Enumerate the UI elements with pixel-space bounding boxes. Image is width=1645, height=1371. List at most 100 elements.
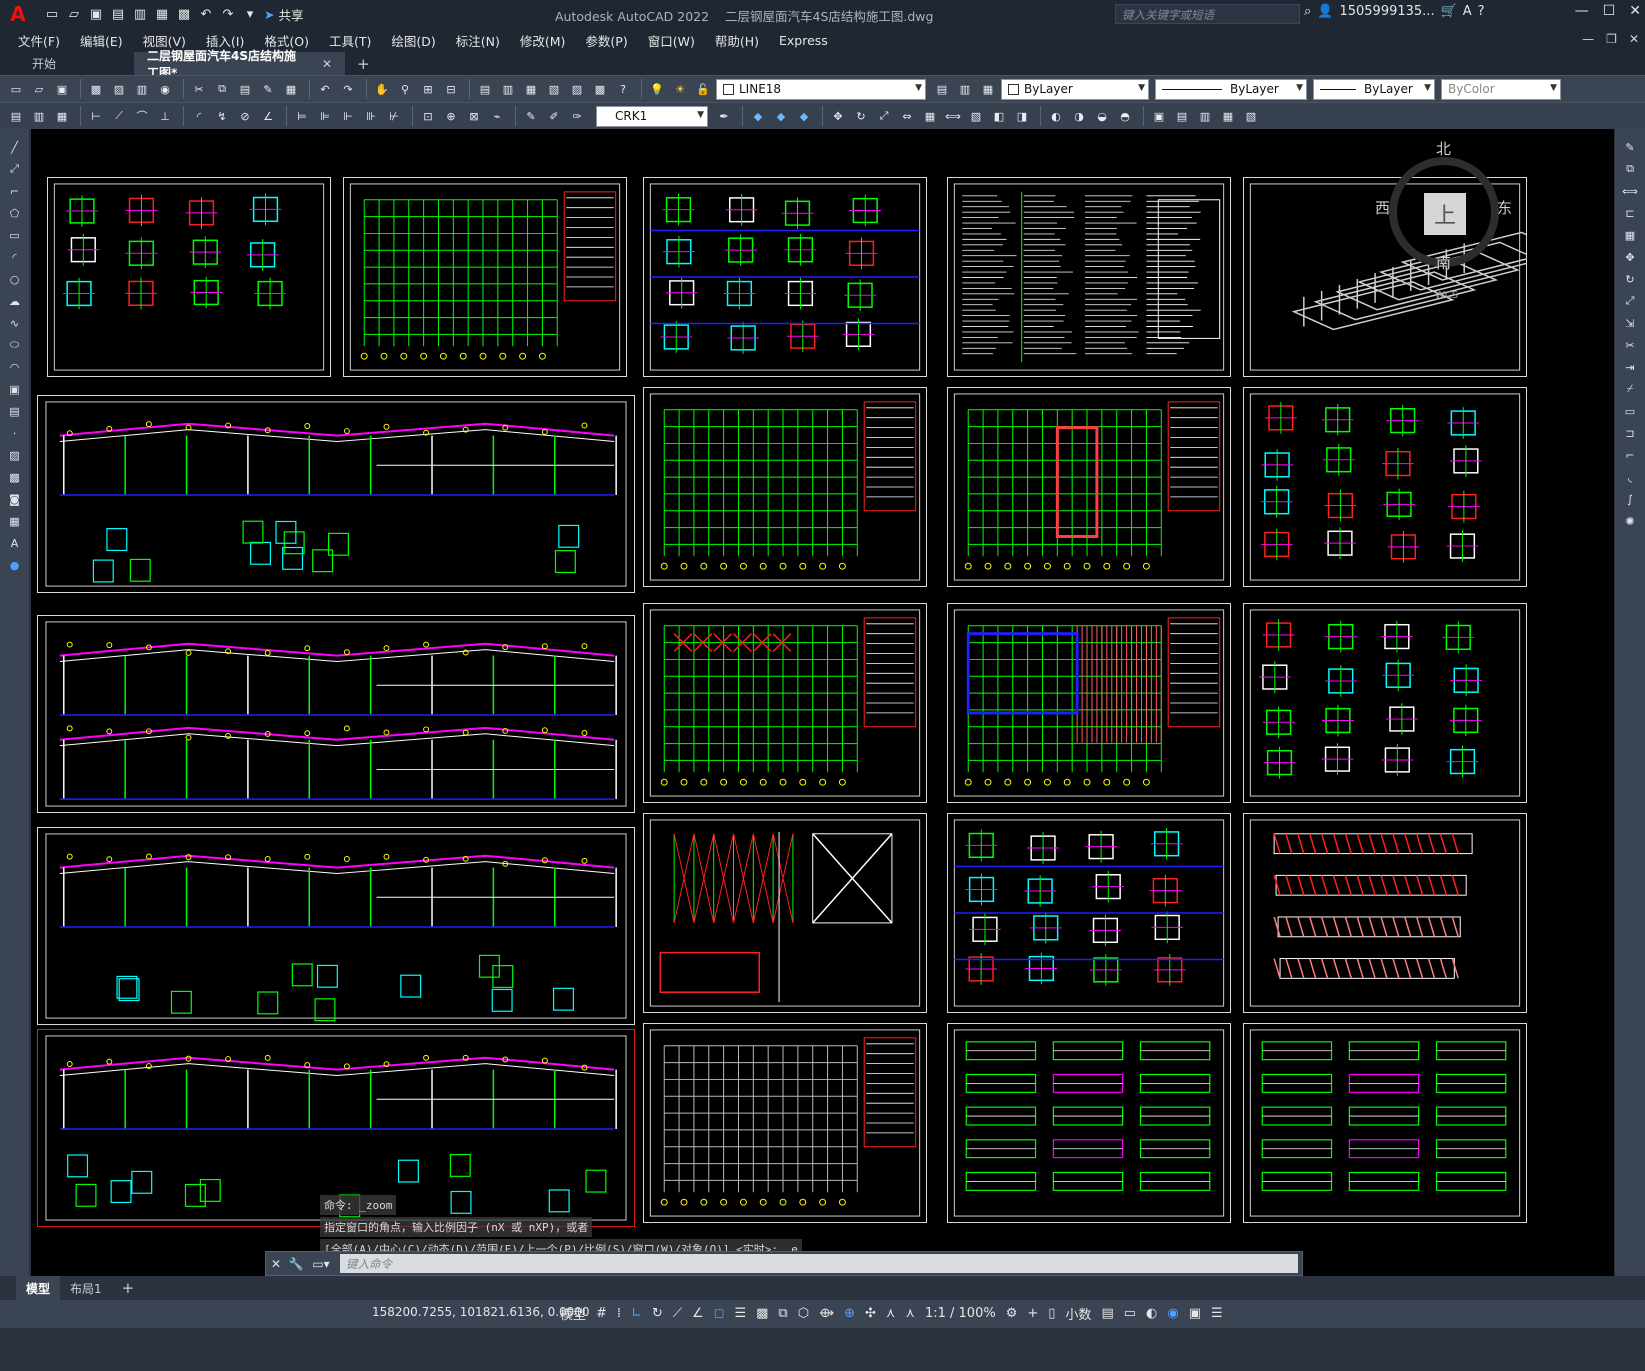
drawing-sheet[interactable] — [1243, 387, 1527, 587]
tab-model[interactable]: 模型 — [16, 1276, 61, 1300]
grid-icon[interactable]: # — [596, 1306, 607, 1321]
layer-properties-icon[interactable]: ▤ — [932, 79, 952, 99]
layer-previous-icon[interactable]: ▦ — [978, 79, 998, 99]
tab-layout1[interactable]: 布局1 — [60, 1276, 112, 1300]
ellipse-icon[interactable]: ⬭ — [6, 337, 24, 353]
customize-status-icon[interactable]: ☰ — [1211, 1306, 1223, 1321]
mleader-icon[interactable]: ▦ — [52, 106, 72, 126]
publish-icon[interactable]: ▥ — [130, 4, 150, 24]
angular-dim-icon[interactable]: ∠ — [258, 106, 278, 126]
move-icon[interactable]: ✥ — [1621, 249, 1639, 265]
line-icon[interactable]: ╱ — [6, 139, 24, 155]
intersect-icon[interactable]: ◒ — [1092, 106, 1112, 126]
drawing-sheet[interactable] — [1243, 1023, 1527, 1223]
tolerance-icon[interactable]: ⊡ — [418, 106, 438, 126]
explode-icon[interactable]: ✺ — [1621, 513, 1639, 529]
save-as-icon[interactable]: ▤ — [108, 4, 128, 24]
region-icon[interactable]: ◙ — [6, 491, 24, 507]
command-input[interactable]: 键入命令 — [340, 1254, 1298, 1273]
auto-scale-icon[interactable]: ⋏ — [905, 1306, 915, 1321]
trim-icon[interactable]: ✂ — [1621, 337, 1639, 353]
publish-icon[interactable]: ▥ — [132, 79, 152, 99]
drawing-sheet[interactable] — [47, 177, 331, 377]
polar-icon[interactable]: ↻ — [652, 1306, 663, 1321]
design-center-icon[interactable]: ▥ — [498, 79, 518, 99]
compass-north[interactable]: 北 — [1436, 138, 1451, 159]
help-icon[interactable]: ? — [613, 79, 633, 99]
drawing-sheet[interactable] — [643, 603, 927, 803]
center-mark-icon[interactable]: ⊕ — [441, 106, 461, 126]
box-icon[interactable]: ◆ — [748, 106, 768, 126]
drawing-sheet[interactable] — [643, 1023, 927, 1223]
maximize-button[interactable]: ☐ — [1603, 3, 1616, 19]
extrude-faces-icon[interactable]: ◓ — [1115, 106, 1135, 126]
drawing-sheet[interactable] — [37, 395, 635, 593]
lock-ui-icon[interactable]: ▭ — [1124, 1306, 1136, 1321]
gradient-icon[interactable]: ▩ — [6, 469, 24, 485]
dim-style-icon[interactable]: ▤ — [6, 106, 26, 126]
dim-update-icon[interactable]: ▥ — [29, 106, 49, 126]
join-icon[interactable]: ⊐ — [1621, 425, 1639, 441]
customize-command-icon[interactable]: 🔧 — [286, 1257, 306, 1271]
baseline-dim-icon[interactable]: ⊫ — [315, 106, 335, 126]
diameter-dim-icon[interactable]: ⊘ — [235, 106, 255, 126]
scale-icon[interactable]: ⤢ — [874, 106, 894, 126]
quick-properties-icon[interactable]: ▤ — [1101, 1306, 1113, 1321]
add-layout-button[interactable]: + — [112, 1276, 145, 1300]
break-at-point-icon[interactable]: ⌿ — [1621, 381, 1639, 397]
zoom-previous-icon[interactable]: ⊟ — [441, 79, 461, 99]
align-icon[interactable]: ⇔ — [897, 106, 917, 126]
slice-icon[interactable]: ◧ — [989, 106, 1009, 126]
quick-dim-icon[interactable]: ⊨ — [292, 106, 312, 126]
user-name[interactable]: 1505999135... — [1339, 4, 1434, 19]
isodraft-icon[interactable]: ⟋ — [673, 1306, 682, 1321]
lineweight-select[interactable]: ByLayer ▼ — [1313, 78, 1435, 100]
arc-length-icon[interactable]: ⌒ — [132, 106, 152, 126]
minimize-button[interactable]: — — [1575, 3, 1589, 19]
array-icon[interactable]: ▦ — [1621, 227, 1639, 243]
model-space-button[interactable]: 模型 — [560, 1304, 586, 1323]
autodesk-app-icon[interactable]: A — [1463, 4, 1472, 19]
mirror-icon[interactable]: ⟺ — [943, 106, 963, 126]
stretch-icon[interactable]: ⇲ — [1621, 315, 1639, 331]
units-select[interactable]: 小数 — [1065, 1304, 1091, 1323]
break-icon[interactable]: ▭ — [1621, 403, 1639, 419]
wedge-icon[interactable]: ◆ — [771, 106, 791, 126]
plotstyle-select[interactable]: ByColor ▼ — [1441, 78, 1561, 100]
doc-minimize-button[interactable]: — — [1582, 32, 1594, 46]
circle-icon[interactable]: ○ — [6, 271, 24, 287]
workspace-gear-icon[interactable]: ⚙ — [1006, 1306, 1018, 1321]
transparency-icon[interactable]: ▩ — [756, 1306, 768, 1321]
add-selected-icon[interactable]: ● — [6, 557, 24, 573]
undo-icon[interactable]: ↶ — [196, 4, 216, 24]
check-icon[interactable]: ▦ — [1218, 106, 1238, 126]
pan-icon[interactable]: ✋ — [372, 79, 392, 99]
save-icon[interactable]: ▣ — [52, 79, 72, 99]
construction-line-icon[interactable]: ⤢ — [6, 161, 24, 177]
properties-icon[interactable]: ▤ — [475, 79, 495, 99]
dynamic-ucs-icon[interactable]: ⟴ — [819, 1306, 834, 1321]
ordinate-dim-icon[interactable]: ⊥ — [155, 106, 175, 126]
undo-icon[interactable]: ↶ — [315, 79, 335, 99]
doc-restore-button[interactable]: ❐ — [1606, 32, 1617, 46]
close-command-icon[interactable]: ✕ — [266, 1257, 286, 1271]
dim-space-icon[interactable]: ⊪ — [361, 106, 381, 126]
search-icon[interactable]: ⌕ — [1304, 4, 1311, 19]
markup-icon[interactable]: ▨ — [567, 79, 587, 99]
arc-icon[interactable]: ◜ — [6, 249, 24, 265]
polygon-icon[interactable]: ⬠ — [6, 205, 24, 221]
drawing-sheet[interactable] — [947, 1023, 1231, 1223]
gizmo-icon[interactable]: ✣ — [865, 1306, 876, 1321]
redo-icon[interactable]: ↷ — [218, 4, 238, 24]
drawing-sheet[interactable] — [37, 827, 635, 1025]
compass-south[interactable]: 南 — [1436, 252, 1451, 273]
scale-icon[interactable]: ⤢ — [1621, 293, 1639, 309]
wcs-menu[interactable]: WCS — [1435, 290, 1458, 301]
ortho-icon[interactable]: ∟ — [631, 1306, 642, 1321]
insert-block-icon[interactable]: ▣ — [6, 381, 24, 397]
menu-file[interactable]: 文件(F) — [0, 31, 60, 50]
color-select[interactable]: ByLayer ▼ — [1001, 78, 1149, 100]
chamfer-icon[interactable]: ⌐ — [1621, 447, 1639, 463]
offset-icon[interactable]: ⊏ — [1621, 205, 1639, 221]
drawing-sheet[interactable] — [1243, 813, 1527, 1013]
